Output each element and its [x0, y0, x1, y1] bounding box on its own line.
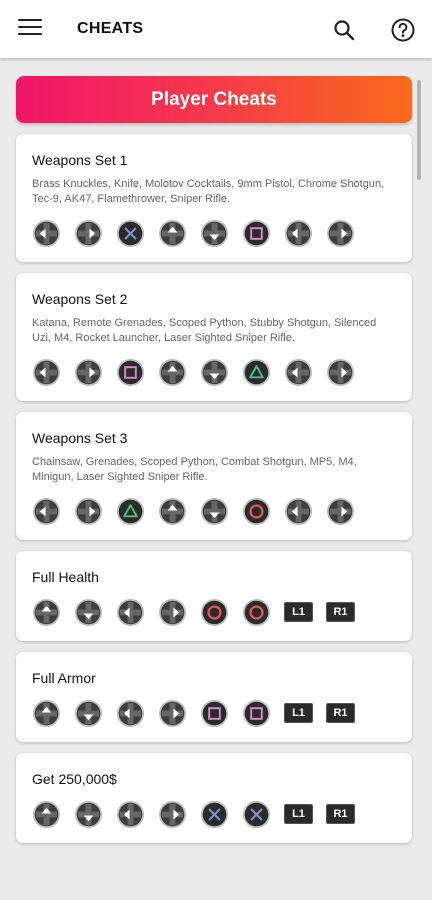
r1-button-icon: R1: [326, 703, 355, 723]
dpad-left-icon: [32, 219, 61, 247]
hamburger-menu-icon[interactable]: [18, 19, 42, 39]
page-title: CHEATS: [77, 20, 144, 37]
r1-button-icon: R1: [326, 804, 355, 824]
dpad-right-icon: [74, 497, 103, 525]
square-button-icon: [200, 699, 229, 727]
dpad-down-icon: [74, 699, 103, 727]
dpad-down-icon: [200, 497, 229, 525]
dpad-left-icon: [284, 358, 313, 386]
dpad-up-icon: [32, 800, 61, 828]
cheat-name: Weapons Set 2: [32, 291, 128, 307]
cross-button-icon: [200, 800, 229, 828]
l1-button-icon: L1: [284, 602, 313, 622]
button-sequence: L1 R1: [32, 597, 396, 627]
circle-button-icon: [242, 497, 271, 525]
cheat-list-scroll-area[interactable]: Player Cheats Weapons Set 1 Brass Knuckle…: [0, 58, 432, 900]
dpad-left-icon: [32, 497, 61, 525]
circle-button-icon: [200, 598, 229, 626]
button-sequence: [32, 357, 396, 387]
dpad-right-icon: [326, 358, 355, 386]
dpad-right-icon: [74, 219, 103, 247]
dpad-down-icon: [74, 598, 103, 626]
app-bar: CHEATS: [0, 0, 432, 58]
dpad-down-icon: [200, 358, 229, 386]
search-icon[interactable]: [332, 18, 356, 42]
l1-button-icon: L1: [284, 804, 313, 824]
cross-button-icon: [242, 800, 271, 828]
dpad-right-icon: [158, 800, 187, 828]
dpad-up-icon: [158, 358, 187, 386]
player-cheats-banner[interactable]: Player Cheats: [16, 76, 412, 123]
cheat-name: Full Health: [32, 569, 99, 585]
dpad-right-icon: [158, 699, 187, 727]
cheat-description: Chainsaw, Grenades, Scoped Python, Comba…: [32, 456, 357, 483]
triangle-button-icon: [116, 497, 145, 525]
cheat-cards: Weapons Set 1 Brass Knuckles, Knife, Molo…: [16, 134, 412, 854]
cross-button-icon: [116, 219, 145, 247]
r1-button-icon: R1: [326, 602, 355, 622]
dpad-up-icon: [158, 497, 187, 525]
triangle-button-icon: [242, 358, 271, 386]
dpad-up-icon: [32, 699, 61, 727]
square-button-icon: [242, 219, 271, 247]
dpad-up-icon: [32, 598, 61, 626]
dpad-left-icon: [116, 800, 145, 828]
cheat-description: Brass Knuckles, Knife, Molotov Cocktails…: [32, 178, 385, 205]
cheat-card[interactable]: Weapons Set 1 Brass Knuckles, Knife, Molo…: [16, 134, 412, 262]
square-button-icon: [242, 699, 271, 727]
cheat-card[interactable]: Full Health L1 R1: [16, 551, 412, 641]
help-circle-icon[interactable]: [390, 17, 416, 43]
dpad-right-icon: [326, 219, 355, 247]
button-sequence: L1 R1: [32, 698, 396, 728]
button-sequence: [32, 218, 396, 248]
dpad-down-icon: [200, 219, 229, 247]
dpad-down-icon: [74, 800, 103, 828]
dpad-right-icon: [74, 358, 103, 386]
dpad-left-icon: [32, 358, 61, 386]
dpad-right-icon: [326, 497, 355, 525]
cheat-card[interactable]: Full Armor L1 R1: [16, 652, 412, 742]
cheat-description: Katana, Remote Grenades, Scoped Python, …: [32, 317, 377, 344]
scrollbar[interactable]: [417, 80, 421, 180]
dpad-left-icon: [116, 598, 145, 626]
l1-button-icon: L1: [284, 703, 313, 723]
button-sequence: L1 R1: [32, 799, 396, 829]
dpad-right-icon: [158, 598, 187, 626]
dpad-up-icon: [158, 219, 187, 247]
cheat-name: Weapons Set 1: [32, 152, 128, 168]
cheat-name: Weapons Set 3: [32, 430, 128, 446]
cheat-name: Full Armor: [32, 670, 96, 686]
cheat-name: Get 250,000$: [32, 771, 117, 787]
cheat-card[interactable]: Get 250,000$ L1 R1: [16, 753, 412, 843]
dpad-left-icon: [116, 699, 145, 727]
cheat-card[interactable]: Weapons Set 2 Katana, Remote Grenades, Sc…: [16, 273, 412, 401]
dpad-left-icon: [284, 497, 313, 525]
circle-button-icon: [242, 598, 271, 626]
button-sequence: [32, 496, 396, 526]
square-button-icon: [116, 358, 145, 386]
dpad-left-icon: [284, 219, 313, 247]
cheat-card[interactable]: Weapons Set 3 Chainsaw, Grenades, Scoped …: [16, 412, 412, 540]
